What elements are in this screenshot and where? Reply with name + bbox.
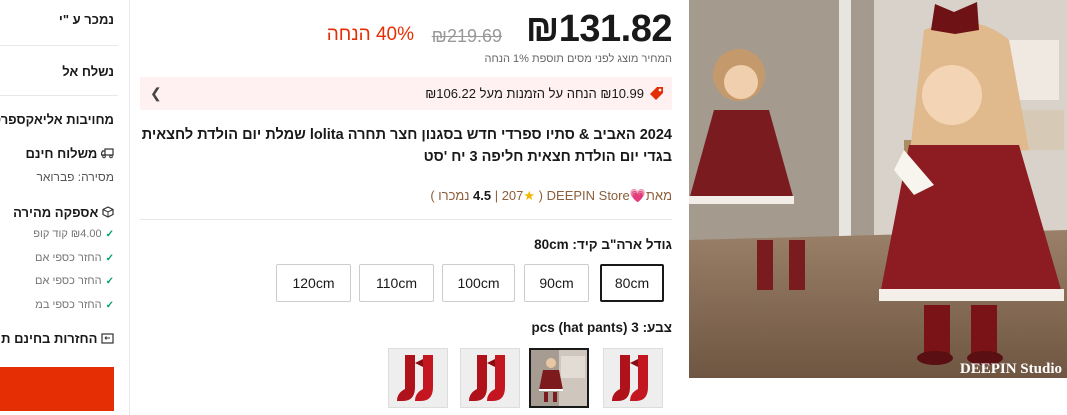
delivery-date: מסירה: פברואר: [36, 170, 114, 184]
refund-item: ✓החזר כספי אם: [35, 275, 114, 287]
sidebar-divider: [0, 45, 118, 46]
product-title: 2024 האביב & סתיו ספרדי חדש בסגנון חצר ת…: [141, 127, 672, 165]
product-main-image[interactable]: DEEPIN Studio: [689, 0, 1067, 378]
fast-delivery-row: אספקה מהירה: [13, 205, 114, 220]
refund-item: ✓החזר כספי במ: [35, 299, 114, 311]
size-label: גודל ארה"ב קיד: 80cm: [534, 237, 672, 252]
socks-thumbnail-icon: [604, 349, 662, 407]
store-name[interactable]: DEEPIN Store: [547, 188, 630, 203]
fast-delivery-label: אספקה מהירה: [13, 205, 99, 220]
column-divider: [129, 0, 130, 415]
heart-gem-icon: 💗: [629, 188, 646, 203]
sold-by-label: נמכר ע "י: [58, 12, 114, 27]
ships-to-label: נשלח אל: [62, 64, 114, 79]
watermark-text: DEEPIN Studio: [960, 361, 1062, 377]
product-photo-illustration: DEEPIN Studio: [689, 0, 1067, 378]
coupon-text: ₪10.99 הנחה על הזמנות מעל ₪106.22: [425, 86, 644, 101]
store-prefix: מאת: [645, 188, 672, 203]
color-option-red-socks[interactable]: [388, 348, 448, 408]
free-returns-label: החזרות בחינם ת: [1, 331, 98, 346]
current-price: ₪131.82: [525, 8, 673, 50]
size-option-90cm[interactable]: 90cm: [524, 264, 589, 302]
box-icon: [98, 205, 114, 220]
chevron-left-icon: ❮: [150, 85, 162, 101]
free-shipping-row: משלוח חינם: [26, 146, 114, 161]
check-icon: ✓: [105, 300, 114, 311]
check-icon: ✓: [105, 253, 114, 264]
store-line: מאת💗DEEPIN Store ( ★4.5 | 207 נמכרו ): [430, 188, 672, 203]
shipping-sidebar: נמכר ע "י נשלח אל מחויבות אליאקספרס משלו…: [0, 0, 118, 415]
free-returns-row: החזרות בחינם ת: [1, 331, 114, 346]
truck-icon: [97, 146, 114, 161]
commitment-title: מחויבות אליאקספרס: [0, 112, 114, 127]
free-shipping-label: משלוח חינם: [25, 146, 98, 161]
coupon-banner[interactable]: ❮ ₪10.99 הנחה על הזמנות מעל ₪106.22: [140, 77, 672, 110]
color-option-red-socks[interactable]: [603, 348, 663, 408]
discount-badge: 40% הנחה: [326, 24, 414, 45]
star-icon: ★: [523, 188, 536, 203]
sidebar-divider: [0, 95, 118, 96]
size-option-80cm[interactable]: 80cm: [600, 264, 664, 302]
socks-thumbnail-icon: [461, 349, 519, 407]
color-label: צבע: 3 pcs (hat pants): [531, 320, 672, 335]
check-icon: ✓: [105, 276, 114, 287]
socks-thumbnail-icon: [389, 349, 447, 407]
section-divider: [140, 219, 672, 220]
store-rating: 4.5: [473, 188, 492, 203]
size-option-110cm[interactable]: 110cm: [359, 264, 434, 302]
dress-thumbnail-icon: [531, 350, 587, 406]
coupon-tag-icon: [649, 86, 664, 106]
refund-item: ✓₪4.00 קוד קופ: [33, 228, 114, 240]
refund-item: ✓החזר כספי אם: [35, 252, 114, 264]
returns-icon: [97, 331, 114, 346]
check-icon: ✓: [105, 229, 114, 240]
color-option-dress-set-3pcs[interactable]: [529, 348, 589, 408]
size-option-120cm[interactable]: 120cm: [276, 264, 351, 302]
original-price: ₪219.69: [431, 26, 502, 46]
color-option-red-socks[interactable]: [460, 348, 520, 408]
buy-now-button[interactable]: [0, 367, 114, 411]
tax-note: המחיר מוצג לפני מסים תוספת 1% הנחה: [484, 53, 672, 65]
size-option-100cm[interactable]: 100cm: [442, 264, 515, 302]
